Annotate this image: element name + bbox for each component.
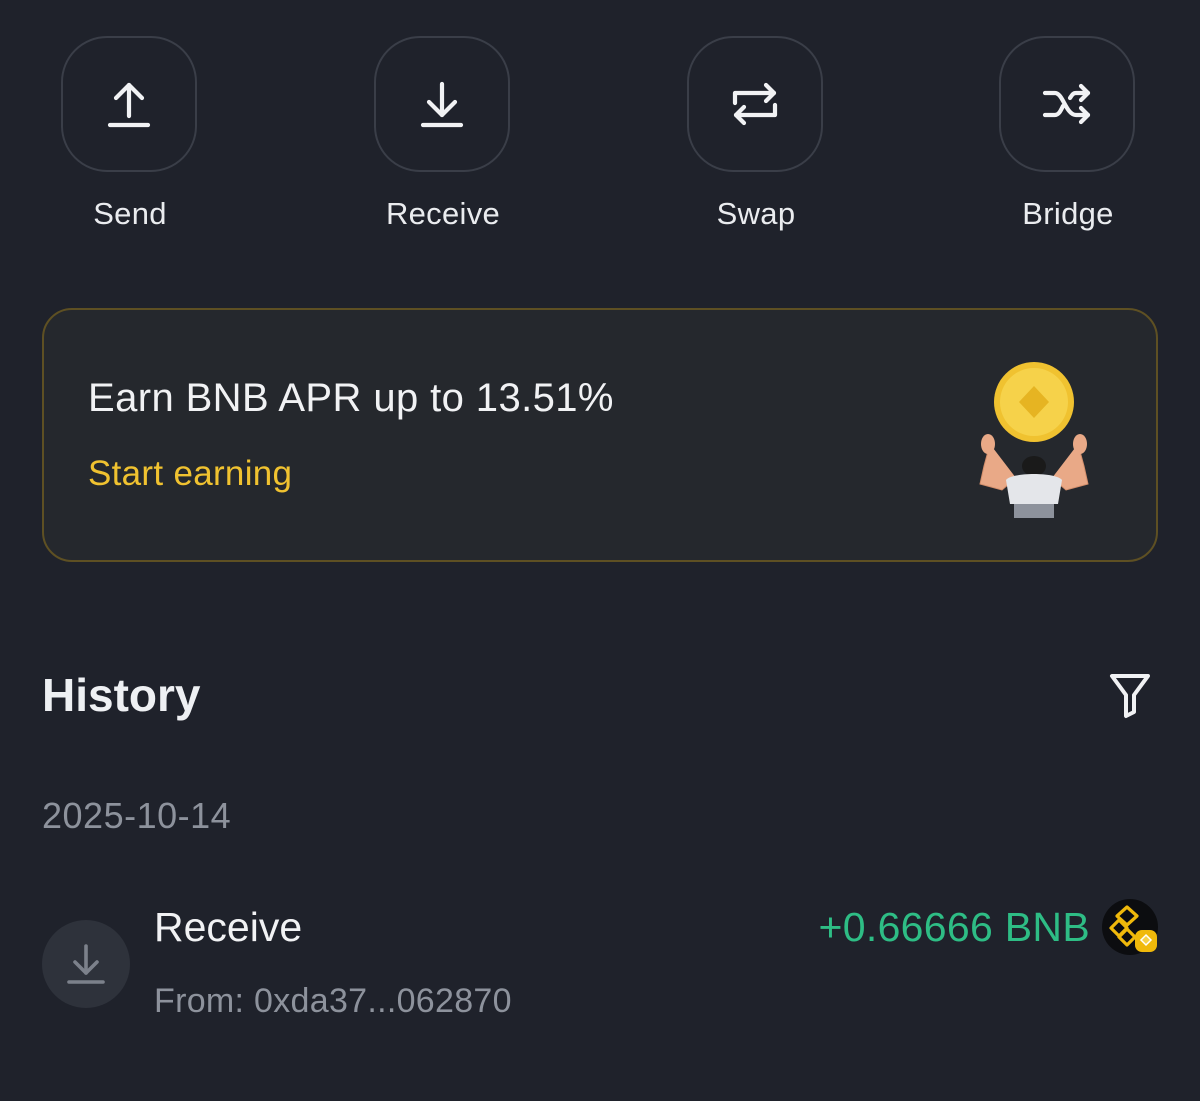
history-date-label: 2025-10-14 (42, 795, 232, 836)
bnb-token-icon (1102, 899, 1158, 955)
receive-button[interactable]: Receive (333, 36, 553, 246)
receive-icon-container (374, 36, 510, 172)
send-icon-container (61, 36, 197, 172)
arrow-up-icon (107, 82, 151, 128)
receive-tx-icon-container (42, 920, 130, 1008)
arrow-down-icon (67, 944, 105, 984)
start-earning-link[interactable]: Start earning (88, 454, 292, 494)
swap-icon-container (687, 36, 823, 172)
send-label: Send (93, 196, 167, 231)
person-holding-coin-illustration (979, 362, 1089, 518)
bridge-label: Bridge (1022, 196, 1114, 231)
bridge-icon-container (999, 36, 1135, 172)
swap-button[interactable]: Swap (646, 36, 866, 246)
earn-promo-banner[interactable]: Earn BNB APR up to 13.51% Start earning (42, 308, 1158, 562)
promo-title: Earn BNB APR up to 13.51% (88, 376, 614, 420)
quick-actions: Send Receive Swap Bridge (0, 36, 1200, 246)
send-button[interactable]: Send (20, 36, 240, 246)
filter-button[interactable] (1106, 669, 1154, 721)
transaction-row[interactable]: Receive From: 0xda37...062870 +0.66666 B… (0, 890, 1200, 1040)
receive-label: Receive (385, 196, 501, 231)
transaction-type: Receive (154, 904, 303, 950)
bridge-button[interactable]: Bridge (958, 36, 1178, 246)
transaction-from-address: From: 0xda37...062870 (154, 982, 512, 1020)
swap-arrows-icon (732, 82, 778, 126)
history-title: History (42, 669, 201, 721)
shuffle-icon (1042, 83, 1091, 125)
swap-label: Swap (716, 196, 796, 231)
transaction-amount: +0.66666 BNB (818, 904, 1090, 950)
arrow-down-icon (420, 81, 464, 128)
filter-icon (1110, 674, 1150, 718)
